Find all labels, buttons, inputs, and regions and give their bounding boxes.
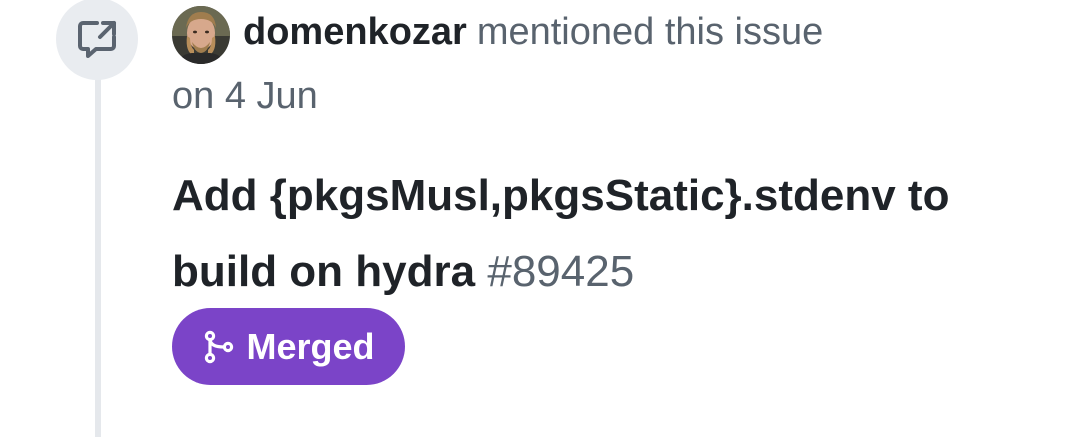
cross-reference-icon (56, 0, 138, 80)
author-link[interactable]: domenkozar (243, 11, 467, 53)
issue-title-link[interactable]: Add {pkgsMusl,pkgsStatic}.stdenv to buil… (172, 158, 1012, 310)
event-action: mentioned this issue (476, 11, 824, 53)
timeline-event: domenkozar mentioned this issue on 4 Jun … (0, 0, 1080, 437)
status-badge: Merged (172, 308, 405, 385)
git-merge-icon (202, 330, 236, 364)
timeline-line (95, 70, 101, 437)
issue-number[interactable]: #89425 (487, 247, 634, 296)
event-header: domenkozar mentioned this issue (243, 10, 823, 54)
status-badge-label: Merged (246, 325, 375, 367)
event-date[interactable]: on 4 Jun (172, 74, 318, 118)
avatar[interactable] (172, 6, 230, 64)
